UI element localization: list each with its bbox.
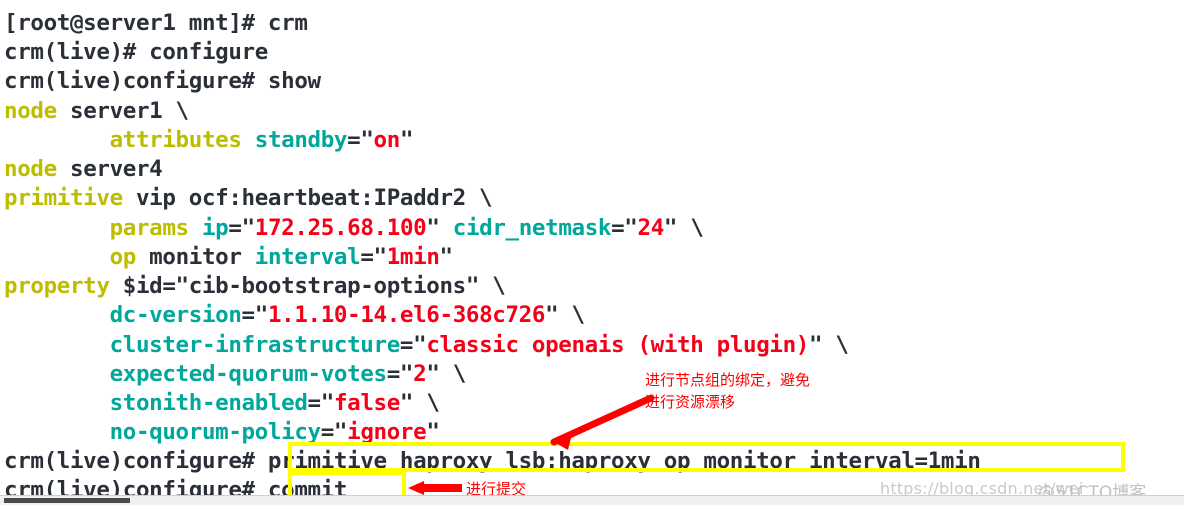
- terminal-line: params ip="172.25.68.100" cidr_netmask="…: [4, 213, 704, 243]
- terminal-line: no-quorum-policy="ignore": [4, 417, 440, 447]
- terminal-text-segment: =": [360, 244, 387, 270]
- terminal-text-segment: =": [320, 419, 348, 445]
- terminal-line: crm(live)# configure: [4, 37, 268, 67]
- terminal-line: node server1 \: [4, 96, 189, 126]
- terminal-text-segment: =": [347, 127, 374, 153]
- terminal-text-segment: cluster-infrastructure: [109, 332, 401, 358]
- terminal-text-segment: primitive: [4, 185, 123, 211]
- terminal-text-segment: op: [109, 244, 137, 270]
- terminal-text-segment: false: [333, 390, 400, 416]
- terminal-text-segment: node: [4, 98, 57, 124]
- terminal-text-segment: " \: [399, 390, 440, 416]
- terminal-text-segment: $id="cib-bootstrap-options" \: [109, 273, 506, 299]
- terminal-text-segment: standby: [254, 127, 348, 153]
- scrollbar-thumb[interactable]: [4, 498, 130, 503]
- terminal-text-segment: dc-version: [109, 302, 242, 328]
- terminal-line: node server4: [4, 154, 163, 184]
- horizontal-scrollbar[interactable]: [0, 495, 1184, 505]
- terminal-line: crm(live)configure# show: [4, 66, 321, 96]
- terminal-text-segment: node: [4, 156, 57, 182]
- terminal-text-segment: =": [386, 361, 414, 387]
- terminal-text-segment: vip ocf:heartbeat:IPaddr2 \: [122, 185, 493, 211]
- resource-group-note: 进行节点组的绑定，避免 进行资源漂移: [645, 369, 810, 413]
- terminal-text-segment: ": [439, 244, 454, 270]
- terminal-text-segment: ": [426, 419, 440, 445]
- terminal-text-segment: stonith-enabled: [109, 390, 308, 416]
- terminal-text-segment: " \: [663, 215, 704, 241]
- terminal-text-segment: server4: [56, 156, 163, 182]
- terminal-line: expected-quorum-votes="2" \: [4, 359, 467, 389]
- terminal-text-segment: ip: [201, 215, 229, 241]
- terminal-text-segment: ignore: [347, 419, 427, 445]
- terminal-text-segment: =": [307, 390, 335, 416]
- terminal-line: crm(live)configure# primitive haproxy ls…: [4, 446, 981, 476]
- terminal-line: property $id="cib-bootstrap-options" \: [4, 271, 506, 301]
- terminal-text-segment: 2: [413, 361, 427, 387]
- terminal-text-segment: expected-quorum-votes: [109, 361, 387, 387]
- terminal-line: cluster-infrastructure="classic openais …: [4, 330, 849, 360]
- terminal-text-segment: no-quorum-policy: [109, 419, 321, 445]
- terminal-text-segment: on: [373, 127, 401, 153]
- terminal-text-segment: classic openais (with plugin): [426, 332, 810, 358]
- terminal-text-segment: crm(live)configure# show: [4, 68, 321, 94]
- terminal-text-segment: 24: [637, 215, 665, 241]
- terminal-text-segment: " \: [426, 361, 466, 387]
- terminal-text-segment: attributes: [109, 127, 242, 153]
- terminal-text-segment: =": [611, 215, 638, 241]
- terminal-line: dc-version="1.1.10-14.el6-368c726" \: [4, 300, 585, 330]
- terminal-text-segment: crm(live)configure# primitive haproxy ls…: [4, 448, 981, 474]
- terminal-text-segment: =": [228, 215, 255, 241]
- terminal-line: [root@server1 mnt]# crm: [4, 8, 308, 38]
- terminal-line: attributes standby="on": [4, 125, 414, 155]
- terminal-text-segment: interval: [254, 244, 361, 270]
- terminal-text-segment: 1min: [386, 244, 440, 270]
- terminal-text-segment: crm(live)# configure: [4, 39, 268, 65]
- terminal-window: [root@server1 mnt]# crm crm(live)# config…: [0, 0, 1184, 505]
- annotation-line: 进行节点组的绑定，避免: [645, 371, 811, 389]
- terminal-text-segment: monitor: [135, 244, 255, 270]
- terminal-text-segment: " \: [545, 302, 585, 328]
- terminal-text-segment: property: [4, 273, 110, 299]
- terminal-text-segment: ": [426, 215, 453, 241]
- terminal-text-segment: ": [399, 127, 414, 153]
- terminal-text-segment: params: [109, 215, 190, 241]
- terminal-text-segment: 172.25.68.100: [254, 215, 427, 241]
- terminal-text-segment: 1.1.10-14.el6-368c726: [267, 302, 546, 328]
- terminal-line: primitive vip ocf:heartbeat:IPaddr2 \: [4, 183, 493, 213]
- terminal-text-segment: =": [241, 302, 269, 328]
- terminal-line: op monitor interval="1min": [4, 242, 454, 272]
- terminal-text-segment: [root@server1 mnt]# crm: [4, 10, 308, 36]
- terminal-text-segment: server1 \: [56, 98, 189, 124]
- terminal-line: stonith-enabled="false" \: [4, 388, 440, 418]
- terminal-text-segment: " \: [809, 332, 849, 358]
- terminal-text-segment: =": [399, 332, 427, 358]
- annotation-line: 进行资源漂移: [645, 393, 736, 411]
- terminal-text-segment: cidr_netmask: [452, 215, 612, 241]
